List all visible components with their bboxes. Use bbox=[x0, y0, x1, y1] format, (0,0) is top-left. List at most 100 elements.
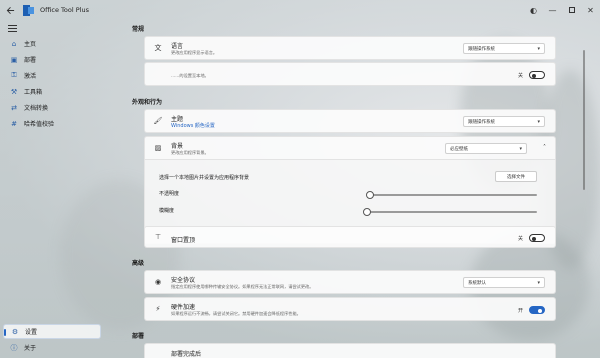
sidebar: ⌂ 主页 ▣ 部署 ⚿ 激活 ⚒ 工具箱 ⇄ 文档转换 # 哈希值校验 ⚙ 设置… bbox=[0, 20, 104, 358]
security-protocol-dropdown[interactable]: 系统默认 ▾ bbox=[463, 277, 545, 288]
sidebar-item-label: 哈希值校验 bbox=[24, 121, 55, 128]
title-bar: Office Tool Plus ◐ — ✕ bbox=[0, 0, 600, 20]
sidebar-item-settings[interactable]: ⚙ 设置 bbox=[3, 324, 101, 339]
gear-icon: ⚙ bbox=[11, 327, 19, 336]
deploy-icon: ▣ bbox=[10, 55, 18, 64]
close-icon: ✕ bbox=[587, 5, 594, 15]
sidebar-item-activate[interactable]: ⚿ 激活 bbox=[3, 68, 101, 83]
toggle-state-label: 开 bbox=[517, 307, 523, 314]
hardware-acceleration-card: ⚡ 硬件加速 如果程序运行不流畅，请尝试关闭它。禁用硬件加速会降低程序性能。 开 bbox=[144, 297, 556, 321]
back-button[interactable] bbox=[0, 0, 20, 20]
sidebar-item-convert[interactable]: ⇄ 文档转换 bbox=[3, 100, 101, 115]
sidebar-item-about[interactable]: ⓘ 关于 bbox=[3, 340, 101, 355]
choose-file-button-label: 选择文件 bbox=[507, 174, 525, 180]
lightning-icon: ⚡ bbox=[155, 305, 161, 313]
eye-icon: ◉ bbox=[154, 278, 162, 286]
blur-slider-thumb[interactable] bbox=[363, 208, 371, 216]
pin-icon: ⊤ bbox=[154, 233, 162, 241]
section-title-general: 常规 bbox=[132, 26, 145, 33]
settings-sync-toggle[interactable] bbox=[529, 71, 545, 79]
chevron-down-icon: ▾ bbox=[537, 279, 540, 286]
scrollbar[interactable] bbox=[583, 50, 585, 190]
hash-icon: # bbox=[11, 119, 17, 128]
minimize-icon: — bbox=[548, 5, 557, 15]
sidebar-item-label: 文档转换 bbox=[24, 105, 49, 112]
close-button[interactable]: ✕ bbox=[581, 0, 600, 20]
section-title-appearance: 外观和行为 bbox=[132, 99, 163, 106]
office-logo-icon bbox=[23, 4, 34, 16]
sidebar-item-hash[interactable]: # 哈希值校验 bbox=[3, 116, 101, 131]
hardware-acceleration-desc: 如果程序运行不流畅，请尝试关闭它。禁用硬件加速会降低程序性能。 bbox=[171, 311, 301, 316]
toggle-state-label: 关 bbox=[517, 235, 523, 242]
always-on-top-card: ⊤ 窗口置顶 关 bbox=[144, 226, 556, 248]
sidebar-item-label: 工具箱 bbox=[24, 89, 43, 96]
section-title-advanced: 高级 bbox=[132, 260, 145, 267]
theme-icon: ◐ bbox=[530, 5, 537, 15]
always-on-top-toggle[interactable] bbox=[529, 234, 545, 242]
paint-bucket-icon: 🖌 bbox=[153, 117, 163, 125]
theme-card: 🖌 主题 Windows 颜色设置 跟随操作系统 ▾ bbox=[144, 109, 556, 133]
chevron-down-icon: ▾ bbox=[519, 145, 522, 152]
background-card[interactable]: ▨ 背景 更改应用程序背景。 必应壁纸 ▾ ˄ bbox=[144, 136, 556, 160]
maximize-button[interactable] bbox=[562, 0, 581, 20]
language-title: 语言 bbox=[171, 43, 184, 50]
security-protocol-card: ◉ 安全协议 指定应用程序使用哪种传输安全协议。如果程序无法正常联网，请尝试更改… bbox=[144, 270, 556, 294]
toggle-state-label: 关 bbox=[517, 72, 523, 79]
toolbox-icon: ⚒ bbox=[10, 87, 18, 96]
always-on-top-toggle-wrap: 关 bbox=[518, 234, 545, 242]
hardware-acceleration-toggle-wrap: 开 bbox=[518, 306, 545, 314]
convert-icon: ⇄ bbox=[11, 103, 17, 112]
blur-slider[interactable] bbox=[363, 208, 537, 216]
settings-sync-card: ……的设置至本地。 关 bbox=[144, 62, 556, 86]
theme-dropdown[interactable]: 跟随操作系统 ▾ bbox=[463, 116, 545, 127]
sidebar-item-label: 设置 bbox=[25, 329, 38, 336]
windows-color-settings-link[interactable]: Windows 颜色设置 bbox=[171, 122, 215, 129]
opacity-slider[interactable] bbox=[366, 191, 537, 199]
background-desc: 更改应用程序背景。 bbox=[171, 150, 209, 155]
minimize-button[interactable]: — bbox=[543, 0, 562, 20]
window-controls: ◐ — ✕ bbox=[524, 0, 600, 20]
settings-page: 常规 文 语言 更改应用程序显示语言。 跟随操作系统 ▾ ……的设置至本地。 关… bbox=[104, 20, 588, 358]
chevron-up-icon[interactable]: ˄ bbox=[543, 144, 546, 151]
opacity-label: 不透明度 bbox=[159, 191, 180, 197]
settings-sync-toggle-wrap: 关 bbox=[518, 71, 545, 79]
sidebar-item-toolbox[interactable]: ⚒ 工具箱 bbox=[3, 84, 101, 99]
sidebar-item-deploy[interactable]: ▣ 部署 bbox=[3, 52, 101, 67]
security-protocol-desc: 指定应用程序使用哪种传输安全协议。如果程序无法正常联网，请尝试更改。 bbox=[171, 284, 314, 289]
chevron-down-icon: ▾ bbox=[537, 45, 540, 52]
choose-image-label: 选择一个本地图片并设置为应用程序背景 bbox=[159, 175, 250, 181]
theme-toggle-button[interactable]: ◐ bbox=[524, 0, 543, 20]
info-icon: ⓘ bbox=[10, 343, 18, 352]
section-title-deploy: 部署 bbox=[132, 333, 145, 340]
maximize-icon bbox=[568, 7, 575, 13]
opacity-slider-thumb[interactable] bbox=[366, 191, 375, 199]
sidebar-item-label: 关于 bbox=[24, 345, 37, 352]
sidebar-item-home[interactable]: ⌂ 主页 bbox=[3, 36, 101, 51]
key-icon: ⚿ bbox=[11, 71, 17, 79]
after-deploy-card: 部署完成后 bbox=[144, 343, 556, 358]
security-protocol-title: 安全协议 bbox=[171, 277, 196, 284]
sidebar-item-label: 主页 bbox=[24, 41, 37, 48]
theme-dropdown-value: 跟随操作系统 bbox=[468, 119, 495, 125]
background-dropdown-value: 必应壁纸 bbox=[450, 146, 468, 152]
hamburger-menu-icon[interactable] bbox=[8, 22, 20, 34]
background-title: 背景 bbox=[171, 143, 184, 150]
settings-sync-desc: ……的设置至本地。 bbox=[171, 73, 209, 78]
home-icon: ⌂ bbox=[11, 39, 17, 48]
language-dropdown-value: 跟随操作系统 bbox=[468, 46, 495, 52]
back-arrow-icon bbox=[6, 6, 14, 14]
sidebar-item-label: 部署 bbox=[24, 57, 37, 64]
language-dropdown[interactable]: 跟随操作系统 ▾ bbox=[463, 43, 545, 54]
image-icon: ▨ bbox=[154, 144, 162, 152]
language-icon: 文 bbox=[154, 44, 162, 52]
chevron-down-icon: ▾ bbox=[537, 118, 540, 125]
hardware-acceleration-toggle[interactable] bbox=[529, 306, 545, 314]
choose-file-button[interactable]: 选择文件 bbox=[495, 171, 537, 182]
language-desc: 更改应用程序显示语言。 bbox=[171, 50, 218, 55]
background-dropdown[interactable]: 必应壁纸 ▾ bbox=[445, 143, 527, 154]
after-deploy-title: 部署完成后 bbox=[171, 351, 202, 358]
blur-label: 模糊度 bbox=[159, 208, 175, 214]
security-protocol-dropdown-value: 系统默认 bbox=[468, 280, 486, 286]
sidebar-item-label: 激活 bbox=[24, 73, 37, 80]
hardware-acceleration-title: 硬件加速 bbox=[171, 304, 196, 311]
